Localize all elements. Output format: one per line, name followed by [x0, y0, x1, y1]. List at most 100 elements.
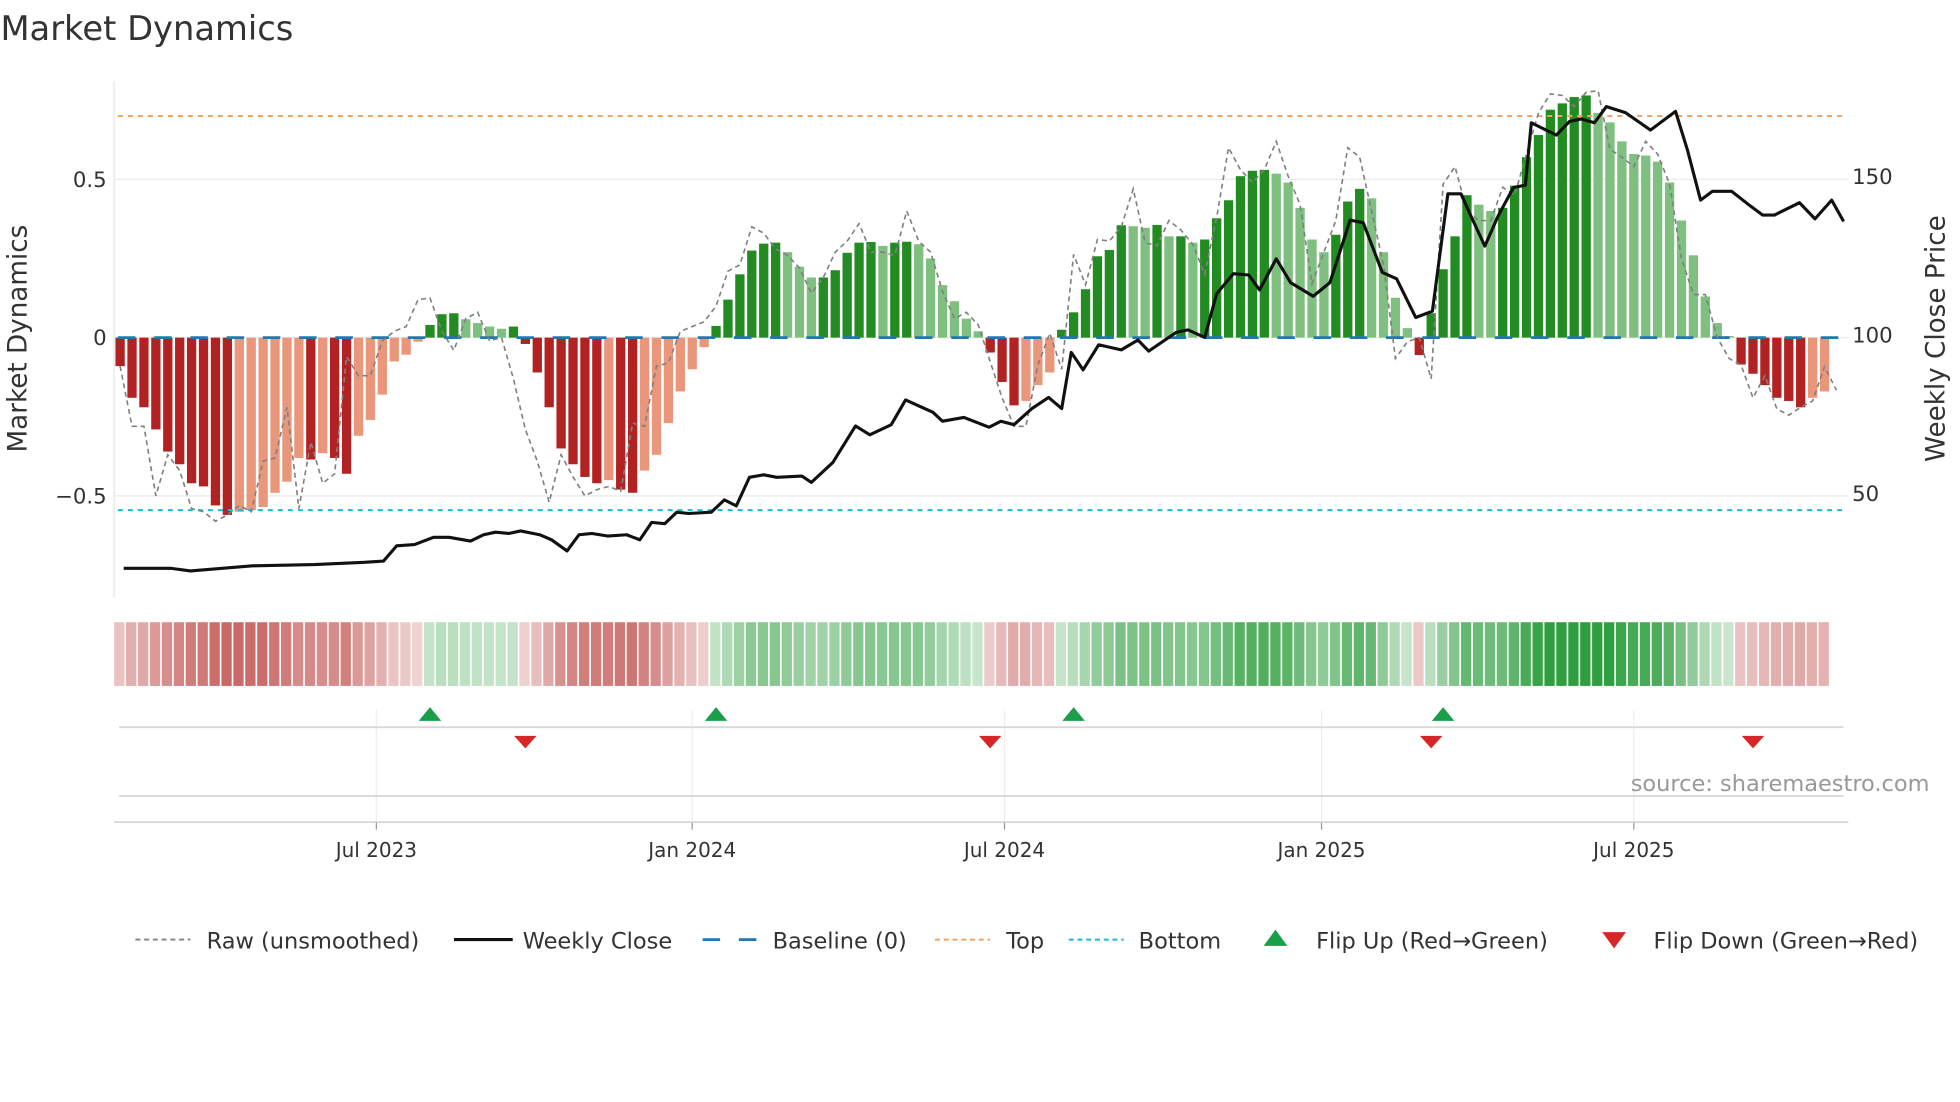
source-credit: source: sharemaestro.com [1631, 771, 1930, 797]
heat-strip-cell [1055, 622, 1067, 686]
y-right-tick-label: 50 [1852, 482, 1879, 507]
heat-strip-cell [1675, 622, 1686, 686]
heat-strip-cell [996, 622, 1007, 686]
heat-strip-cell [1019, 622, 1031, 686]
heat-strip-cell [1389, 622, 1400, 686]
flip-down-marker [1419, 735, 1443, 749]
x-tick-label: Jul 2024 [962, 838, 1045, 862]
dynamics-bar [1402, 328, 1413, 338]
heat-strip-cell [865, 622, 876, 686]
heat-strip-cell [1163, 622, 1174, 686]
flip-down-marker [514, 735, 537, 749]
dynamics-bar [1235, 176, 1246, 338]
heat-strip-cell [1341, 622, 1353, 686]
heat-strip-cell [817, 622, 828, 686]
heat-strip-cell [769, 622, 780, 686]
heat-strip-cell [292, 622, 304, 686]
heat-strip-cell [507, 622, 518, 686]
legend-label-flip-up: Flip Up (Red→Green) [1316, 928, 1548, 954]
dynamics-bar [532, 337, 542, 373]
y-right-tick-label: 100 [1852, 323, 1893, 348]
heat-strip-cell [269, 622, 280, 686]
heat-strip-cell [233, 622, 244, 686]
dynamics-bar [437, 314, 447, 338]
heat-strip-cell [435, 622, 447, 686]
heat-strip-cell [364, 622, 375, 686]
heat-strip-cell [614, 622, 626, 686]
dynamics-bar [198, 337, 209, 487]
heat-strip-cell [1770, 622, 1782, 686]
heat-strip-cell [960, 622, 971, 686]
dynamics-bar [1807, 337, 1818, 398]
y-tick-label: 0 [93, 326, 107, 351]
dynamics-bar [1068, 312, 1079, 338]
heat-strip-cell [1413, 622, 1424, 686]
heat-strip-cell [257, 622, 268, 686]
heat-strip-cell [1365, 622, 1376, 686]
dynamics-bar [1784, 337, 1794, 401]
dynamics-bar [1092, 256, 1103, 338]
heat-strip-cell [638, 622, 649, 686]
raw-series-line [119, 89, 1838, 523]
y-tick-label: 0.5 [73, 168, 107, 193]
heat-strip-cell [1079, 622, 1090, 686]
dynamics-bar [663, 337, 674, 424]
heat-strip-cell [1174, 622, 1186, 686]
y-tick-label: −0.5 [55, 484, 107, 509]
heat-strip-cell [1425, 622, 1436, 686]
dynamics-bar [949, 301, 960, 338]
dynamics-bar [782, 252, 793, 338]
heat-strip-cell [531, 622, 542, 686]
heat-strip-cell [1806, 622, 1817, 686]
dynamics-bar [830, 270, 840, 338]
dynamics-bar [365, 337, 376, 420]
heat-strip-cell [1472, 622, 1484, 686]
heat-strip-cell [805, 622, 816, 686]
heat-strip-cell [114, 622, 125, 686]
dynamics-bar [389, 337, 399, 362]
dynamics-bar [592, 337, 602, 484]
dynamics-bar [163, 337, 173, 452]
flip-panel: Jul 2023 Jan 2024 Jul 2024 Jan 2025 Jul 2025 [114, 707, 1849, 862]
heat-strip-cell [1508, 622, 1519, 686]
dynamics-bar [1104, 249, 1115, 338]
dynamics-bar [1593, 112, 1603, 338]
heat-strip-cell [1496, 622, 1508, 686]
heat-strip-cell [245, 622, 256, 686]
heat-strip-cell [471, 622, 483, 686]
dynamics-bar [651, 337, 662, 455]
dynamics-bar [1128, 226, 1138, 338]
dynamics-bar [186, 337, 197, 484]
dynamics-bar [1498, 207, 1508, 338]
dynamics-bar [1271, 173, 1281, 338]
dynamics-bar [1653, 161, 1663, 338]
heat-strip-cell [185, 622, 196, 686]
heat-strip-cell [1294, 622, 1305, 686]
legend-label-close: Weekly Close [523, 928, 672, 954]
dynamics-bar [496, 328, 507, 338]
dynamics-bar [544, 337, 554, 408]
heat-strip-cell [1460, 622, 1472, 686]
dynamics-bar [961, 318, 971, 338]
flip-up-marker [704, 707, 728, 721]
dynamics-bar [258, 337, 268, 508]
dynamics-bar [1605, 122, 1615, 338]
dynamics-bar [294, 337, 304, 458]
dynamics-bar [1569, 97, 1579, 338]
heat-strip-cell [519, 622, 530, 686]
heat-strip-cell [841, 622, 852, 686]
legend-label-raw: Raw (unsmoothed) [207, 928, 420, 954]
heat-strip-cell [650, 622, 661, 686]
heat-strip-cell [745, 622, 757, 686]
dynamics-bar [806, 277, 817, 338]
heat-strip-cell [936, 622, 947, 686]
y-axis-label-right: Weekly Close Price [1922, 215, 1952, 462]
dynamics-bar [1533, 135, 1544, 338]
heat-strip-cell [137, 622, 149, 686]
dynamics-bar [568, 337, 578, 465]
dynamics-bar [604, 337, 614, 481]
dynamics-bar [1557, 103, 1567, 338]
heat-strip-cell [316, 622, 328, 686]
dynamics-bar [1355, 188, 1365, 338]
legend-label-baseline: Baseline (0) [773, 928, 907, 954]
